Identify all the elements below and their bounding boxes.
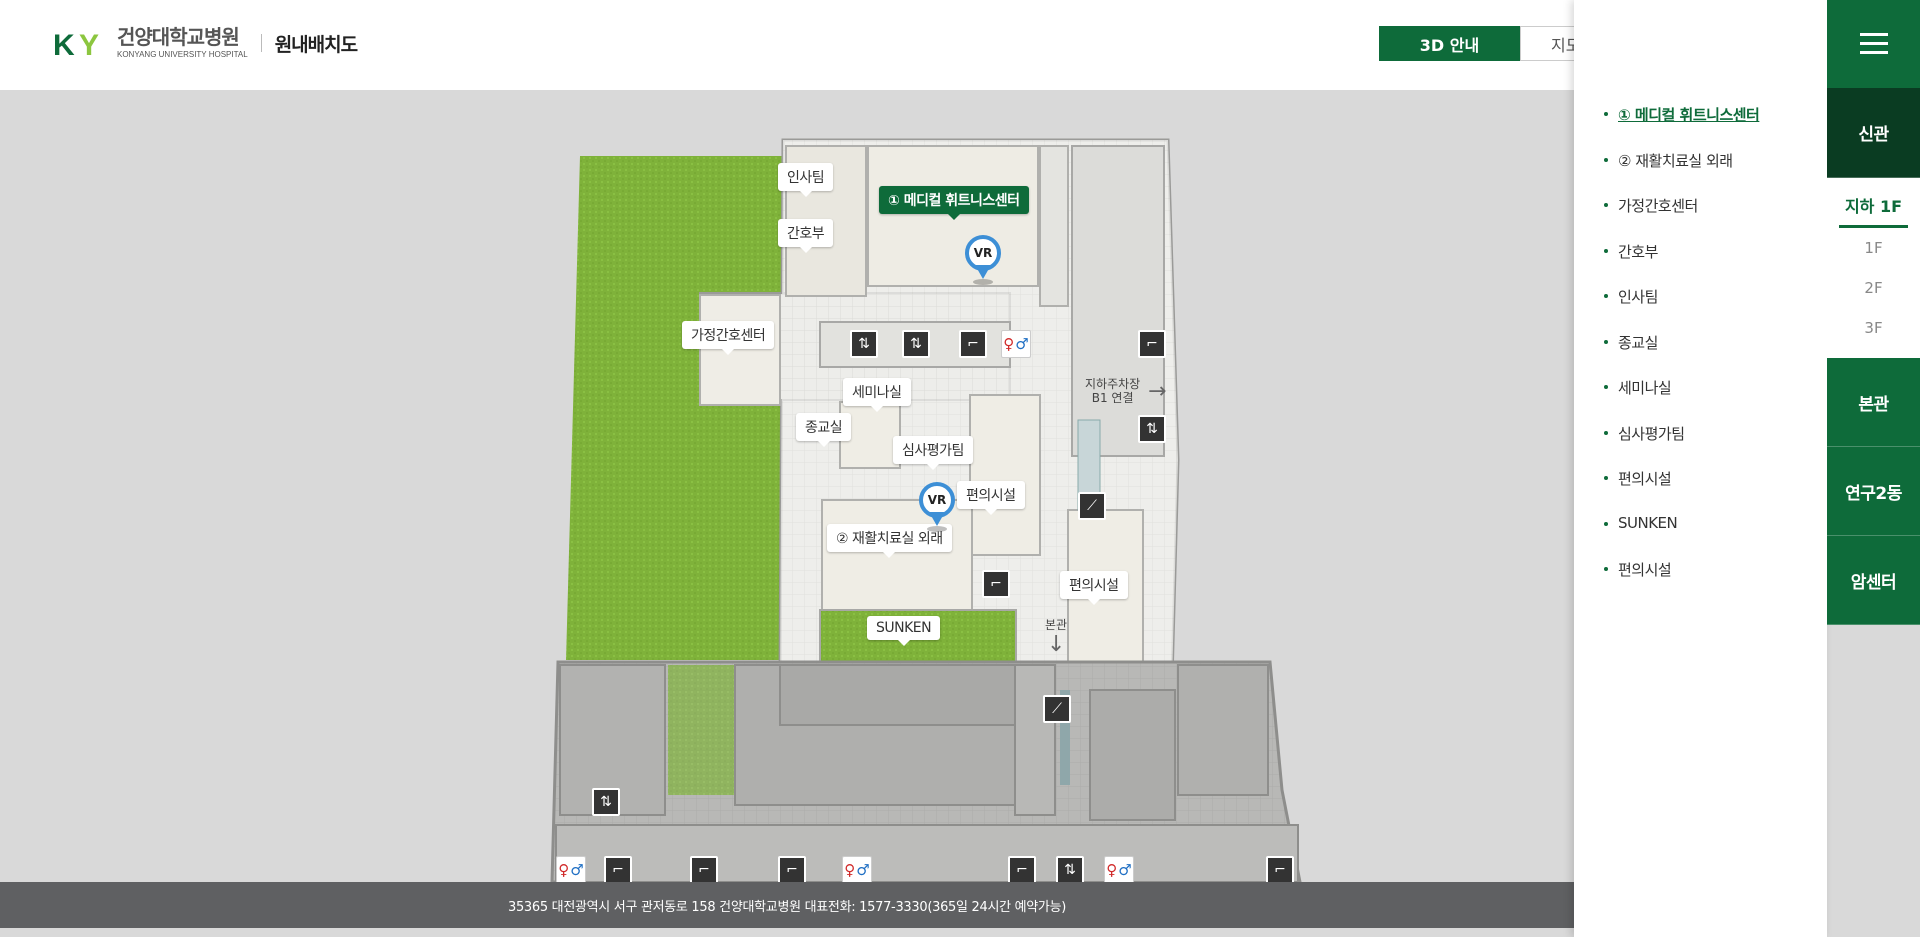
arrow-down-icon: ↓ — [1047, 632, 1066, 657]
list-item[interactable]: 세미나실 — [1604, 377, 1759, 423]
restroom-icon[interactable]: ♀ ♂ — [1104, 856, 1134, 882]
logo-mark-icon: KY — [53, 29, 100, 62]
list-item[interactable]: 인사팀 — [1604, 286, 1759, 332]
elevator-icon[interactable]: ⇅ — [850, 330, 878, 358]
logo-korean-name: 건양대학교병원 — [117, 25, 240, 49]
logo-english-name: KONYANG UNIVERSITY HOSPITAL — [117, 50, 248, 59]
logo-text: 건양대학교병원 KONYANG UNIVERSITY HOSPITAL — [117, 27, 248, 59]
parking-connection-text: 지하주차장 B1 연결 — [1085, 377, 1141, 406]
footer: 35365 대전광역시 서구 관저동로 158 건양대학교병원 대표전화: 15… — [0, 882, 1574, 928]
list-item[interactable]: 편의시설 — [1604, 559, 1759, 605]
elevator-icon[interactable]: ⇅ — [592, 788, 620, 816]
arrow-right-icon: → — [1148, 379, 1167, 404]
list-item[interactable]: ① 메디컬 휘트니스센터 — [1604, 104, 1760, 150]
map-label-seminar[interactable]: 세미나실 — [843, 378, 911, 412]
vr-pin-shadow — [973, 279, 993, 285]
escalator-icon[interactable]: ⟋ — [1043, 695, 1071, 723]
map-label-medical-fitness[interactable]: ① 메디컬 휘트니스센터 — [879, 186, 1029, 220]
map-label-convenience-1[interactable]: 편의시설 — [957, 481, 1025, 515]
floor-1f[interactable]: 1F — [1827, 228, 1920, 268]
location-list: ① 메디컬 휘트니스센터 ② 재활치료실 외래 가정간호센터 간호부 인사팀 종… — [1604, 104, 1760, 605]
map-label-review[interactable]: 심사평가팀 — [893, 436, 973, 470]
stairs-icon[interactable]: ⌐ — [778, 856, 806, 882]
vr-pin-tip — [975, 265, 991, 279]
stairs-icon[interactable]: ⌐ — [1266, 856, 1294, 882]
logo-divider — [260, 34, 262, 52]
list-item[interactable]: 가정간호센터 — [1604, 195, 1759, 241]
map-label-convenience-2[interactable]: 편의시설 — [1060, 571, 1128, 605]
floor-plan-drawing — [550, 138, 1302, 882]
map-label-religion[interactable]: 종교실 — [796, 413, 852, 447]
tab-3d-guide[interactable]: 3D 안내 — [1379, 26, 1520, 61]
restroom-icon[interactable]: ♀ ♂ — [1001, 330, 1031, 358]
map-label-ganhobu[interactable]: 간호부 — [778, 219, 834, 253]
vr-pin-rehab[interactable]: VR — [919, 482, 955, 532]
floor-label: 지하 1F — [1838, 189, 1909, 228]
location-list-panel: ① 메디컬 휘트니스센터 ② 재활치료실 외래 가정간호센터 간호부 인사팀 종… — [1574, 0, 1827, 937]
elevator-icon[interactable]: ⇅ — [902, 330, 930, 358]
floor-b1[interactable]: 지하 1F — [1827, 188, 1920, 228]
hamburger-icon — [1859, 33, 1888, 55]
restroom-icon[interactable]: ♀ ♂ — [842, 856, 872, 882]
stairs-icon[interactable]: ⌐ — [690, 856, 718, 882]
building-main[interactable]: 본관 — [1827, 358, 1920, 447]
lawn-area — [566, 156, 785, 660]
list-item[interactable]: 종교실 — [1604, 332, 1759, 378]
page-title: 원내배치도 — [274, 33, 358, 56]
list-item[interactable]: 심사평가팀 — [1604, 423, 1759, 469]
building-cancer-center[interactable]: 암센터 — [1827, 536, 1920, 625]
map-label-sunken[interactable]: SUNKEN — [867, 616, 941, 646]
vr-pin-shadow — [927, 526, 947, 532]
stairs-icon[interactable]: ⌐ — [982, 570, 1010, 598]
hospital-logo[interactable]: KY 건양대학교병원 KONYANG UNIVERSITY HOSPITAL 원… — [53, 26, 358, 62]
list-item[interactable]: ② 재활치료실 외래 — [1604, 150, 1759, 196]
map-label-insa[interactable]: 인사팀 — [778, 163, 834, 197]
main-building-text: 본관 — [1045, 618, 1068, 632]
escalator-icon[interactable]: ⟋ — [1078, 492, 1106, 520]
building-research-2[interactable]: 연구2동 — [1827, 447, 1920, 536]
restroom-icon[interactable]: ♀ ♂ — [556, 856, 586, 882]
list-item[interactable]: 편의시설 — [1604, 468, 1759, 514]
building-new-wing[interactable]: 신관 — [1827, 88, 1920, 178]
elevator-icon[interactable]: ⇅ — [1138, 415, 1166, 443]
footer-address: 35365 대전광역시 서구 관저동로 158 건양대학교병원 대표전화: 15… — [507, 899, 1067, 915]
building-nav: 신관 지하 1F 1F 2F 3F 본관 연구2동 암센터 — [1827, 0, 1920, 937]
floor-map[interactable]: 인사팀 ① 메디컬 휘트니스센터 간호부 가정간호센터 세미나실 종교실 심사평… — [0, 90, 1574, 882]
list-item[interactable]: 간호부 — [1604, 241, 1759, 287]
elevator-icon[interactable]: ⇅ — [1056, 856, 1084, 882]
floor-2f[interactable]: 2F — [1827, 268, 1920, 308]
vr-pin-medical-fitness[interactable]: VR — [965, 235, 1001, 285]
vr-pin-tip — [929, 512, 945, 526]
map-label-home-nursing[interactable]: 가정간호센터 — [682, 321, 775, 355]
floor-selector: 지하 1F 1F 2F 3F — [1827, 178, 1920, 358]
menu-button[interactable] — [1827, 0, 1920, 88]
stairs-icon[interactable]: ⌐ — [1138, 330, 1166, 358]
floor-3f[interactable]: 3F — [1827, 308, 1920, 348]
list-item[interactable]: SUNKEN — [1604, 514, 1759, 560]
stairs-icon[interactable]: ⌐ — [604, 856, 632, 882]
stairs-icon[interactable]: ⌐ — [1008, 856, 1036, 882]
stairs-icon[interactable]: ⌐ — [959, 330, 987, 358]
